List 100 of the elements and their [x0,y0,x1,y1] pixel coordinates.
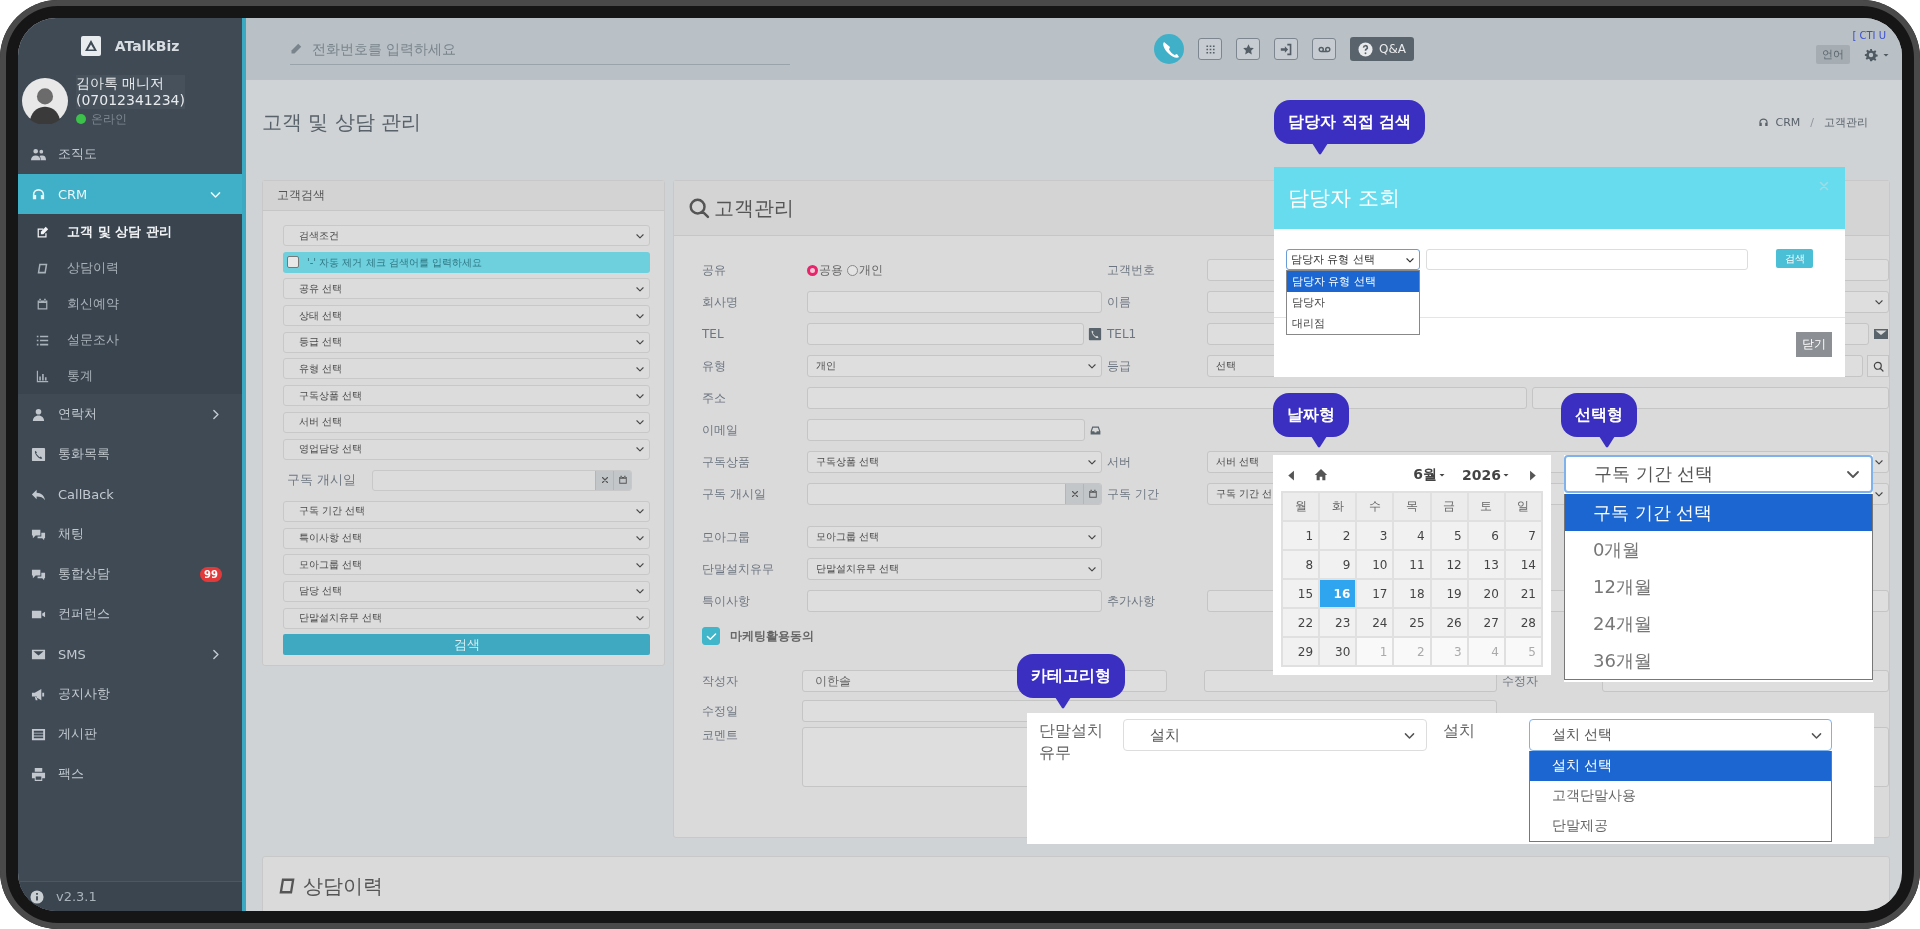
calendar-day[interactable]: 13 [1467,550,1505,579]
dropdown-option[interactable]: 0개월 [1565,531,1872,568]
nav-item[interactable]: 컨퍼런스 [18,594,242,634]
dropdown-option[interactable]: 담당자 유형 선택 [1287,271,1419,292]
nav-item[interactable]: 게시판 [18,714,242,754]
calendar-day[interactable]: 8 [1282,550,1320,579]
calendar-day[interactable]: 29 [1282,637,1320,666]
nav-item[interactable]: 조직도 [18,134,242,174]
call-button[interactable] [1154,34,1184,64]
calendar-day[interactable]: 4 [1393,521,1431,550]
calendar-day[interactable]: 22 [1282,608,1320,637]
calendar-day[interactable]: 9 [1319,550,1357,579]
dropdown-option[interactable]: 고객단말사용 [1529,781,1831,811]
dropdown-option[interactable]: 설치 선택 [1529,751,1831,781]
calendar-day[interactable]: 27 [1467,608,1505,637]
calendar-day[interactable]: 30 [1319,637,1357,666]
calendar-day[interactable]: 11 [1393,550,1431,579]
login-button[interactable] [1274,38,1298,60]
envelope-icon[interactable] [1873,326,1889,342]
qa-button[interactable]: Q&A [1350,37,1414,61]
text-field[interactable] [807,291,1102,313]
filter-select[interactable]: 구독상품 선택 [283,385,650,407]
filter-select[interactable]: 구독 기간 선택 [283,500,650,522]
checkbox[interactable] [702,627,720,645]
calendar-day[interactable]: 10 [1356,550,1394,579]
nav-item[interactable]: 팩스 [18,754,242,794]
nav-item[interactable]: SMS [18,634,242,674]
text-field[interactable] [807,323,1084,345]
checkbox[interactable] [287,256,299,269]
calendar-day[interactable]: 5 [1430,521,1468,550]
radio-option[interactable]: 개인 [847,261,883,279]
submenu-item[interactable]: 상담이력 [18,250,242,286]
calendar-day[interactable]: 23 [1319,608,1357,637]
period-select[interactable]: 구독 기간 선택 [1564,455,1873,493]
filter-select[interactable]: 검색조건 [283,225,650,246]
calendar-day[interactable]: 3 [1356,521,1394,550]
calendar-day[interactable]: 14 [1504,550,1542,579]
filter-select[interactable]: 상태 선택 [283,305,650,327]
calendar-day[interactable]: 28 [1504,608,1542,637]
nav-item[interactable]: 통화목록 [18,434,242,474]
keyword-field[interactable]: '-' 자동 제거 체크 검색어를 입력하세요 [305,255,646,269]
select-field[interactable]: 개인 [807,355,1102,377]
address-field[interactable] [807,387,1527,409]
category-select[interactable]: 설치 [1122,719,1427,751]
calendar-day[interactable]: 15 [1282,579,1320,608]
phone-icon[interactable] [1088,327,1102,341]
search-field[interactable] [1426,249,1748,270]
submenu-item[interactable]: 회신예약 [18,286,242,322]
month-select[interactable]: 6월 [1409,466,1451,484]
dropdown-option[interactable]: 36개월 [1565,642,1872,679]
submenu-item[interactable]: 통계 [18,358,242,394]
date-field[interactable] [372,469,632,491]
nav-item[interactable]: CallBack [18,474,242,514]
submenu-item[interactable]: 고객 및 상담 관리 [18,214,242,250]
filter-select[interactable]: 모아그룹 선택 [283,554,650,576]
year-select[interactable]: 2026 [1458,467,1514,483]
subcategory-select[interactable]: 설치 선택 [1528,719,1832,751]
dropdown-option[interactable]: 담당자 [1287,292,1419,313]
select-field[interactable]: 모아그룹 선택 [807,526,1102,548]
date-field[interactable] [807,483,1102,505]
phone-input[interactable]: 전화번호를 입력하세요 [310,39,790,58]
filter-select[interactable]: 단말설치유무 선택 [283,607,650,629]
radio-option[interactable]: 공용 [807,261,843,279]
dropdown-option[interactable]: 24개월 [1565,605,1872,642]
calendar-day[interactable]: 1 [1282,521,1320,550]
voicemail-button[interactable] [1312,38,1336,60]
dropdown-option[interactable]: 12개월 [1565,568,1872,605]
calendar-day[interactable]: 19 [1430,579,1468,608]
calendar-day[interactable]: 12 [1430,550,1468,579]
search-button[interactable] [1867,355,1889,377]
select-field[interactable]: 구독상품 선택 [807,451,1102,473]
nav-item[interactable]: 공지사항 [18,674,242,714]
breadcrumb-link[interactable]: CRM [1775,115,1801,129]
select-field[interactable]: 단말설치유무 선택 [807,558,1102,580]
calendar-day[interactable]: 17 [1356,579,1394,608]
text-field[interactable] [807,419,1085,441]
calendar-day[interactable]: 2 [1319,521,1357,550]
filter-select[interactable]: 영업담당 선택 [283,438,650,460]
calendar-day[interactable]: 21 [1504,579,1542,608]
calendar-day[interactable]: 25 [1393,608,1431,637]
filter-select[interactable]: 담당 선택 [283,580,650,602]
favorite-button[interactable] [1236,38,1260,60]
dialpad-button[interactable] [1198,38,1222,60]
filter-select[interactable]: 유형 선택 [283,358,650,380]
calendar-day[interactable]: 24 [1356,608,1394,637]
text-field[interactable] [807,590,1102,612]
filter-select[interactable]: 등급 선택 [283,331,650,353]
dropdown-option[interactable]: 대리점 [1287,313,1419,334]
dropdown-option[interactable]: 구독 기간 선택 [1565,494,1872,531]
nav-item[interactable]: 채팅 [18,514,242,554]
settings-button[interactable] [1864,47,1890,62]
calendar-day[interactable]: 6 [1467,521,1505,550]
nav-item[interactable]: 연락처 [18,394,242,434]
keyword-bar[interactable]: '-' 자동 제거 체크 검색어를 입력하세요 [283,251,650,273]
dropdown-option[interactable]: 단말제공 [1529,811,1831,841]
nav-item[interactable]: 통합상담 99 [18,554,242,594]
inbox-icon[interactable] [1089,423,1102,437]
filter-select[interactable]: 공유 선택 [283,278,650,300]
calendar-day[interactable]: 7 [1504,521,1542,550]
type-select[interactable]: 담당자 유형 선택 [1286,249,1420,270]
